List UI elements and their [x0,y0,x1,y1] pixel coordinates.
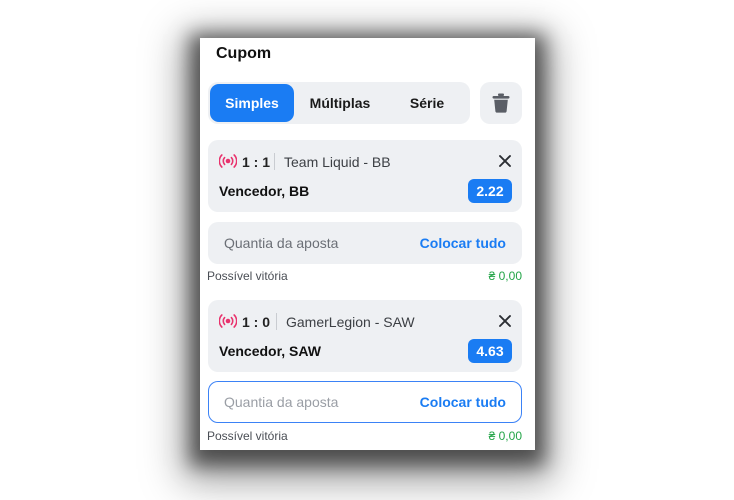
live-broadcast-icon [219,314,237,328]
match-teams: GamerLegion - SAW [286,314,415,330]
divider [274,153,275,170]
coupon-panel: Cupom Simples Múltiplas Série 1 : 1 Team… [200,38,535,450]
odds-badge: 2.22 [468,179,512,203]
match-score: 1 : 1 [242,154,271,170]
match-score: 1 : 0 [242,314,271,330]
remove-bet-close-icon[interactable] [497,313,513,329]
stake-placeholder: Quantia da aposta [224,394,339,410]
bet-market: Vencedor, SAW [219,343,321,359]
live-broadcast-icon [219,154,237,168]
stake-input[interactable]: Quantia da aposta Colocar tudo [208,381,522,423]
odds-badge: 4.63 [468,339,512,363]
bet-market: Vencedor, BB [219,183,310,199]
divider [276,313,277,330]
place-all-button[interactable]: Colocar tudo [420,235,506,251]
stake-placeholder: Quantia da aposta [224,235,339,251]
bet-type-tabs: Simples Múltiplas Série [208,82,470,124]
clear-coupon-button[interactable] [480,82,522,124]
possible-win-value: ₴ 0,00 [488,269,522,283]
place-all-button[interactable]: Colocar tudo [420,394,506,410]
tab-multiplas[interactable]: Múltiplas [296,84,384,122]
tab-serie[interactable]: Série [386,84,468,122]
stake-input[interactable]: Quantia da aposta Colocar tudo [208,222,522,264]
match-teams: Team Liquid - BB [284,154,391,170]
trash-icon [492,93,510,113]
possible-win-label: Possível vitória [207,269,288,283]
bet-card: 1 : 1 Team Liquid - BB Vencedor, BB 2.22 [208,140,522,212]
possible-win-label: Possível vitória [207,429,288,443]
tab-simples[interactable]: Simples [210,84,294,122]
coupon-title: Cupom [216,45,272,62]
bet-card: 1 : 0 GamerLegion - SAW Vencedor, SAW 4.… [208,300,522,372]
remove-bet-close-icon[interactable] [497,153,513,169]
possible-win-value: ₴ 0,00 [488,429,522,443]
